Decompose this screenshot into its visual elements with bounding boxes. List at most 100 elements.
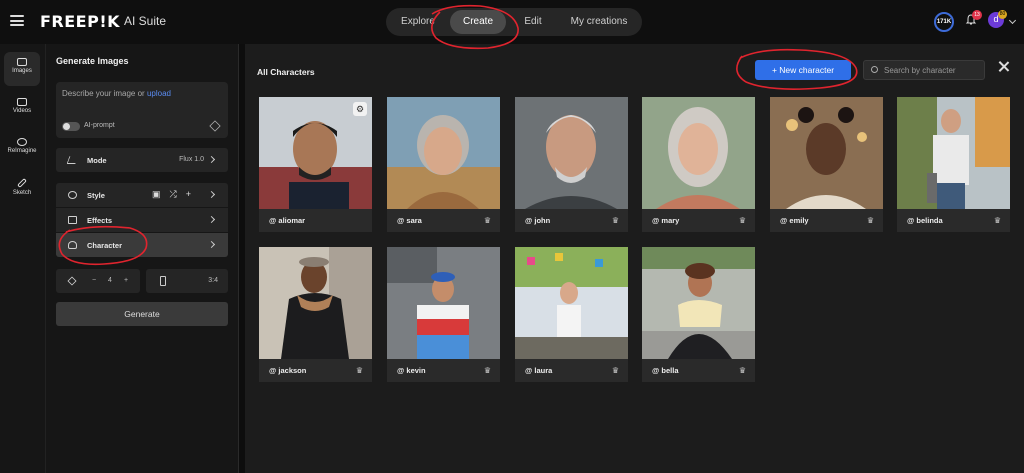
rail-label: ReImagine — [7, 148, 37, 154]
rail-item-sketch[interactable]: Sketch — [4, 172, 40, 206]
style-row[interactable]: Style ▣⤮+ — [56, 183, 228, 207]
tab-my-creations[interactable]: My creations — [564, 13, 634, 31]
effects-row[interactable]: Effects — [56, 208, 228, 232]
character-photo — [642, 247, 755, 359]
credits-badge[interactable]: 171K — [934, 12, 954, 32]
character-card-mary[interactable]: @ mary ♛ — [642, 97, 755, 232]
palette-icon — [68, 191, 77, 199]
character-name: @ bella — [652, 366, 679, 375]
rail-item-reimagine[interactable]: ReImagine — [4, 132, 40, 166]
character-name: @ mary — [652, 216, 680, 225]
character-photo — [642, 97, 755, 209]
character-card-john[interactable]: @ john ♛ — [515, 97, 628, 232]
crown-icon: ♛ — [483, 216, 491, 225]
ai-prompt-toggle[interactable] — [62, 122, 80, 131]
tab-edit[interactable]: Edit — [514, 13, 552, 31]
rail-label: Images — [12, 68, 32, 74]
character-card-sara[interactable]: @ sara ♛ — [387, 97, 500, 232]
character-photo — [770, 97, 883, 209]
prompt-text: Describe your image or — [62, 89, 145, 98]
style-label: Style — [87, 191, 105, 200]
tool-rail: Images Videos ReImagine Sketch — [0, 44, 46, 473]
increment-button[interactable]: + — [124, 277, 128, 284]
character-name: @ belinda — [907, 216, 943, 225]
chevron-right-icon — [207, 155, 216, 164]
section-title: All Characters — [257, 67, 315, 77]
rail-item-images[interactable]: Images — [4, 52, 40, 86]
chevron-down-icon[interactable] — [1008, 16, 1017, 25]
upload-link[interactable]: upload — [147, 89, 171, 98]
layers-icon — [67, 276, 77, 286]
settings-icon[interactable]: ⚙ — [353, 102, 367, 116]
character-photo — [259, 247, 372, 359]
prompt-placeholder: Describe your image or upload — [62, 89, 171, 98]
crown-icon: ♛ — [611, 216, 619, 225]
character-photo — [387, 97, 500, 209]
character-name: @ john — [525, 216, 551, 225]
character-name: @ aliomar — [269, 216, 306, 225]
ai-prompt-label: AI-prompt — [84, 122, 115, 129]
style-actions: ▣⤮+ — [152, 189, 200, 200]
aspect-ratio-value: 3:4 — [208, 277, 218, 284]
tab-create[interactable]: Create — [450, 10, 506, 34]
add-icon[interactable]: + — [186, 189, 200, 199]
mode-icon — [66, 156, 79, 164]
new-character-button[interactable]: + New character — [755, 60, 851, 80]
menu-icon[interactable] — [10, 15, 24, 26]
effects-label: Effects — [87, 216, 113, 225]
main-nav: Explore Create Edit My creations — [386, 8, 642, 36]
character-row[interactable]: Character — [56, 233, 228, 257]
character-card-jackson[interactable]: @ jackson ♛ — [259, 247, 372, 382]
crown-icon: ♛ — [738, 366, 746, 375]
characters-panel: All Characters + New character ⚙ @ aliom… — [245, 44, 1024, 473]
shuffle-icon[interactable]: ⤮ — [170, 189, 186, 199]
sketch-icon — [17, 178, 27, 188]
image-count-stepper: − 4 + — [56, 269, 140, 293]
videos-icon — [17, 98, 27, 106]
chevron-right-icon — [207, 190, 216, 199]
reimagine-icon — [17, 138, 27, 146]
avatar-badge: 80 — [998, 10, 1007, 19]
decrement-button[interactable]: − — [92, 277, 96, 284]
character-card-aliomar[interactable]: ⚙ @ aliomar — [259, 97, 372, 232]
crown-icon: ♛ — [355, 366, 363, 375]
search-icon — [871, 66, 878, 73]
rail-label: Sketch — [12, 190, 32, 196]
character-card-bella[interactable]: @ bella ♛ — [642, 247, 755, 382]
cube-icon[interactable] — [209, 120, 221, 132]
character-card-kevin[interactable]: @ kevin ♛ — [387, 247, 500, 382]
generate-button[interactable]: Generate — [56, 302, 228, 326]
tab-explore[interactable]: Explore — [396, 13, 440, 31]
mode-row[interactable]: Mode Flux 1.0 — [56, 148, 228, 172]
character-photo — [515, 97, 628, 209]
rail-label: Videos — [12, 108, 32, 114]
chevron-right-icon — [207, 215, 216, 224]
aspect-ratio-select[interactable]: 3:4 — [146, 269, 228, 293]
character-photo — [387, 247, 500, 359]
gallery-icon[interactable]: ▣ — [152, 189, 170, 199]
rail-item-videos[interactable]: Videos — [4, 92, 40, 126]
prompt-input[interactable]: Describe your image or upload AI-prompt — [56, 82, 228, 138]
search-input[interactable] — [884, 63, 980, 77]
character-photo — [897, 97, 1010, 209]
character-name: @ emily — [780, 216, 809, 225]
character-card-emily[interactable]: @ emily ♛ — [770, 97, 883, 232]
crown-icon: ♛ — [866, 216, 874, 225]
character-search[interactable] — [863, 60, 985, 80]
mode-value: Flux 1.0 — [179, 156, 204, 163]
character-name: @ jackson — [269, 366, 307, 375]
mode-label: Mode — [87, 156, 107, 165]
crown-icon: ♛ — [993, 216, 1001, 225]
crown-icon: ♛ — [611, 366, 619, 375]
character-card-belinda[interactable]: @ belinda ♛ — [897, 97, 1010, 232]
freepik-logo[interactable]: FREEP!K — [40, 12, 120, 31]
crown-icon: ♛ — [483, 366, 491, 375]
aspect-ratio-icon — [160, 276, 166, 286]
character-photo — [515, 247, 628, 359]
images-icon — [17, 58, 27, 66]
crown-icon: ♛ — [738, 216, 746, 225]
character-name: @ laura — [525, 366, 553, 375]
character-card-laura[interactable]: @ laura ♛ — [515, 247, 628, 382]
close-icon[interactable] — [997, 60, 1011, 74]
chevron-right-icon — [207, 240, 216, 249]
